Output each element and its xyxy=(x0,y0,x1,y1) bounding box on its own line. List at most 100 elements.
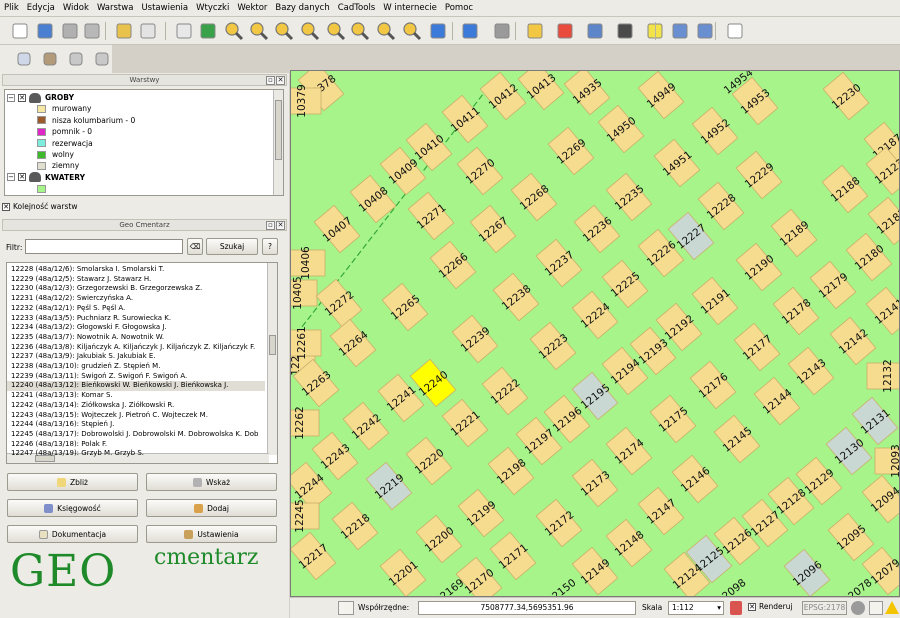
attribute-table-icon[interactable] xyxy=(585,21,605,41)
zoom-out-icon[interactable] xyxy=(249,21,269,41)
grave-plot[interactable]: 12261 xyxy=(291,326,322,360)
list-item[interactable]: 12241 (48a/13/13): Komar S. xyxy=(7,391,265,401)
list-item[interactable]: 12228 (48a/12/6): Smolarska I. Smolarski… xyxy=(7,265,265,275)
list-item[interactable]: 12234 (48a/13/2): Głogowski F. Głogowska… xyxy=(7,323,265,333)
list-item[interactable]: 12247 (48a/13/19): Grzyb M. Grzyb S. xyxy=(7,449,265,459)
list-item[interactable]: 12235 (48a/13/7): Nowotnik A. Nowotnik W… xyxy=(7,333,265,343)
measure-icon[interactable] xyxy=(615,21,635,41)
list-item[interactable]: 12231 (48a/12/2): Świerczyńska A. xyxy=(7,294,265,304)
grave-plot[interactable]: 12132 xyxy=(866,359,900,393)
list-item[interactable]: 12237 (48a/13/9): Jakubiak S. Jakubiak E… xyxy=(7,352,265,362)
menu-item[interactable]: Edycja xyxy=(27,3,55,13)
float-panel-icon[interactable]: ▫ xyxy=(266,76,275,85)
map-svg[interactable]: 149541037810379 1041210411104131041010409… xyxy=(291,71,900,597)
menu-item[interactable]: CadTools xyxy=(338,3,375,13)
new-bookmark-icon[interactable] xyxy=(670,21,690,41)
help-button[interactable]: ? xyxy=(262,238,278,255)
menu-item[interactable]: W internecie xyxy=(383,3,437,13)
new-file-icon[interactable] xyxy=(10,21,30,41)
grave-plot[interactable]: 10379 xyxy=(291,84,322,118)
zoom-next-icon[interactable] xyxy=(402,21,422,41)
collapse-icon[interactable]: − xyxy=(7,173,15,182)
float-panel-icon[interactable]: ▫ xyxy=(266,221,275,230)
scale-select[interactable]: 1:112 ▾ xyxy=(668,601,724,615)
render-option[interactable]: ✕ Renderuj xyxy=(748,602,793,611)
stop-render-icon[interactable] xyxy=(730,601,742,615)
filter-input[interactable] xyxy=(25,239,183,254)
crs-globe-icon[interactable] xyxy=(851,601,865,615)
zoom-selection-icon[interactable] xyxy=(350,21,370,41)
refresh-icon[interactable] xyxy=(428,21,448,41)
grave-plot[interactable]: 10406 xyxy=(291,246,326,280)
layer-group[interactable]: − ✕ KWATERY xyxy=(7,172,85,183)
grave-plot[interactable]: 10405 xyxy=(291,276,318,310)
list-item[interactable]: 12239 (48a/13/11): Świgoń Z. Świgoń F. Ś… xyxy=(7,372,265,382)
crs-status[interactable]: EPSG:2178 xyxy=(802,601,847,615)
list-item[interactable]: 12244 (48a/13/16): Stępień J. xyxy=(7,420,265,430)
text-annotation-icon[interactable] xyxy=(725,21,745,41)
label-abc-icon[interactable] xyxy=(14,49,34,69)
deselect-icon[interactable] xyxy=(555,21,575,41)
documentation-button[interactable]: Dokumentacja xyxy=(7,525,138,543)
close-panel-icon[interactable]: ✕ xyxy=(276,221,285,230)
search-button[interactable]: Szukaj xyxy=(206,238,258,255)
list-item[interactable]: 12229 (48a/12/5): Stawarz J. Stawarz H. xyxy=(7,275,265,285)
zoom-native-icon[interactable] xyxy=(274,21,294,41)
list-item[interactable]: 12230 (48a/12/3): Grzegorzewski B. Grzeg… xyxy=(7,284,265,294)
layer-order-checkbox[interactable]: ✕ xyxy=(2,202,10,211)
list-item[interactable]: 12243 (48a/13/15): Wojteczek J. Pietroń … xyxy=(7,411,265,421)
grave-plot[interactable]: 12093 xyxy=(874,444,900,478)
print-icon[interactable] xyxy=(138,21,158,41)
list-scrollbar[interactable] xyxy=(267,263,277,455)
menu-item[interactable]: Wektor xyxy=(237,3,267,13)
label-pin-icon[interactable] xyxy=(40,49,60,69)
list-item[interactable]: 12246 (48a/13/18): Polak F. xyxy=(7,440,265,450)
grave-plot[interactable]: 12245 xyxy=(291,499,320,533)
grave-plot[interactable]: 12262 xyxy=(291,406,320,440)
layers-scrollbar[interactable] xyxy=(273,90,283,195)
menu-item[interactable]: Widok xyxy=(63,3,89,13)
settings-button[interactable]: Ustawienia xyxy=(146,525,277,543)
render-checkbox[interactable]: ✕ xyxy=(748,602,756,611)
list-item[interactable]: 12242 (48a/13/14): Ziółkowska J. Ziółkow… xyxy=(7,401,265,411)
identify-icon[interactable] xyxy=(460,21,480,41)
zoom-last-icon[interactable] xyxy=(376,21,396,41)
print-composer-icon[interactable] xyxy=(114,21,134,41)
layer-order-option[interactable]: ✕ Kolejność warstw xyxy=(2,202,77,211)
coordinates-field[interactable]: 7508777.34,5695351.96 xyxy=(418,601,636,615)
close-panel-icon[interactable]: ✕ xyxy=(276,76,285,85)
warning-icon[interactable] xyxy=(885,601,899,614)
list-item[interactable]: 12240 (48a/13/12): Bieńkowski W. Bieńkow… xyxy=(7,381,265,392)
plugin-icon[interactable] xyxy=(869,601,883,615)
label-pin-alt-icon[interactable] xyxy=(66,49,86,69)
zoom-full-icon[interactable] xyxy=(300,21,320,41)
show-button[interactable]: Wskaż xyxy=(146,473,277,491)
layer-checkbox[interactable]: ✕ xyxy=(18,173,26,182)
menu-item[interactable]: Ustawienia xyxy=(141,3,188,13)
list-item[interactable]: 12233 (48a/13/5): Puchniarz R. Surowieck… xyxy=(7,314,265,324)
toggle-extents-icon[interactable] xyxy=(338,601,354,615)
menu-item[interactable]: Wtyczki xyxy=(196,3,229,13)
list-item[interactable]: 12238 (48a/13/10): grudzień Z. Stępień M… xyxy=(7,362,265,372)
zoom-to-button[interactable]: Zbliż xyxy=(7,473,138,491)
zoom-layer-icon[interactable] xyxy=(326,21,346,41)
list-item[interactable]: 12245 (48a/13/17): Dobrowolski J. Dobrow… xyxy=(7,430,265,440)
clear-filter-button[interactable]: ⌫ xyxy=(187,238,203,255)
pan-to-selection-icon[interactable] xyxy=(198,21,218,41)
open-project-icon[interactable] xyxy=(35,21,55,41)
save-as-icon[interactable] xyxy=(82,21,102,41)
menu-item[interactable]: Plik xyxy=(4,3,19,13)
menu-item[interactable]: Bazy danych xyxy=(275,3,329,13)
zoom-in-icon[interactable] xyxy=(224,21,244,41)
menu-item[interactable]: Pomoc xyxy=(445,3,473,13)
layer-checkbox[interactable]: ✕ xyxy=(18,93,26,102)
select-features-icon[interactable] xyxy=(525,21,545,41)
pan-hand-icon[interactable] xyxy=(174,21,194,41)
list-item[interactable]: 12232 (48a/12/1): Pęśl S. Pęśl A. xyxy=(7,304,265,314)
accounting-button[interactable]: Księgowość xyxy=(7,499,138,517)
save-icon[interactable] xyxy=(60,21,80,41)
action-gear-icon[interactable] xyxy=(492,21,512,41)
list-item[interactable]: 12236 (48a/13/8): Kiljańczyk A. Kiljańcz… xyxy=(7,343,265,353)
add-button[interactable]: Dodaj xyxy=(146,499,277,517)
layer-group[interactable]: − ✕ GROBY xyxy=(7,92,74,103)
